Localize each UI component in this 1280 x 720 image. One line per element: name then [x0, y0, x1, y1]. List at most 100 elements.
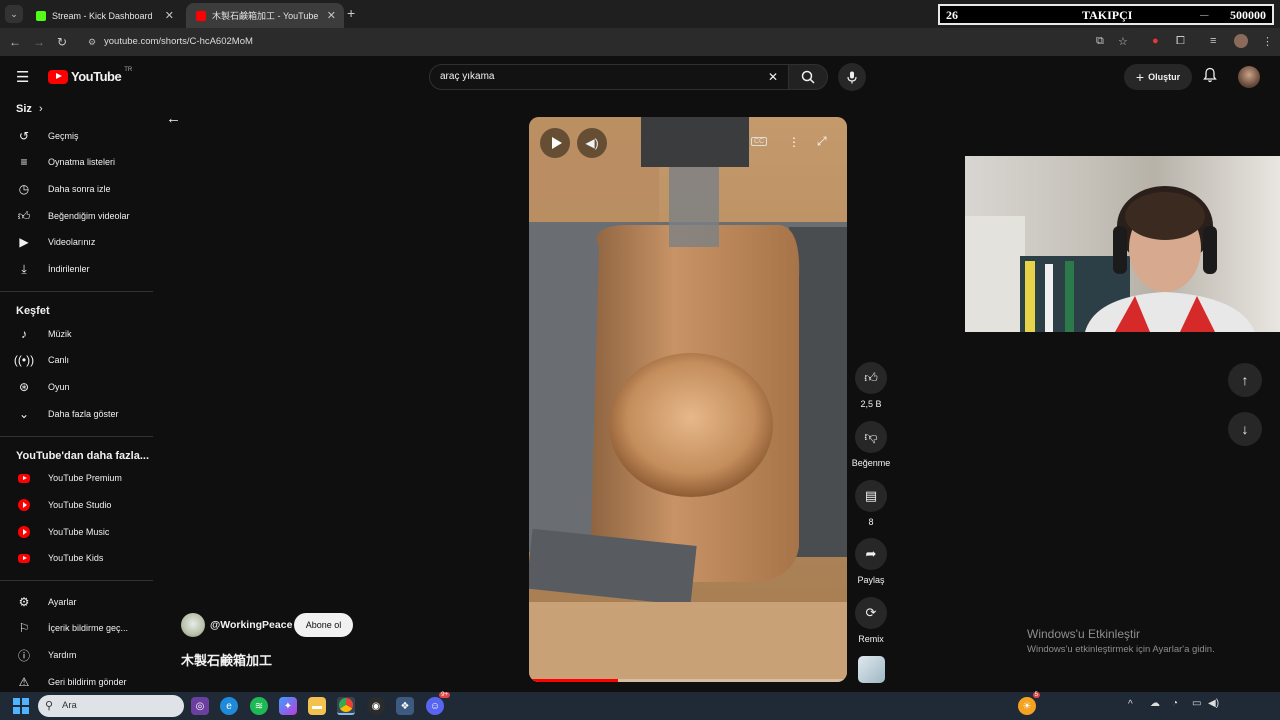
close-icon[interactable]: ✕: [327, 9, 336, 22]
tab-youtube[interactable]: 木製石鹸箱加工 - YouTube ✕: [186, 3, 344, 28]
short-video-player[interactable]: ◀) CC ⋮ ⤢: [529, 117, 847, 682]
app-icon[interactable]: ❖: [396, 697, 414, 715]
sidebar-item-live[interactable]: ((•)) Canlı: [0, 347, 155, 373]
voice-search-button[interactable]: [838, 63, 866, 91]
like-button[interactable]: 👍︎: [855, 362, 887, 394]
sidebar-item-label: Daha sonra izle: [48, 184, 111, 194]
short-title: 木製石鹸箱加工: [181, 654, 273, 669]
wifi-icon[interactable]: ◔: [1172, 698, 1178, 709]
fullscreen-icon[interactable]: ⤢: [817, 134, 827, 149]
new-tab-button[interactable]: +: [347, 5, 355, 21]
monitor-icon[interactable]: ▭: [1192, 698, 1201, 709]
site-info-icon[interactable]: ⚙: [88, 31, 96, 53]
reading-list-icon[interactable]: ≡: [1210, 35, 1216, 47]
install-app-icon[interactable]: ⧉: [1096, 35, 1104, 48]
download-icon: ⤓: [21, 261, 27, 276]
extension-red-icon[interactable]: ●: [1152, 35, 1159, 47]
volume-icon[interactable]: ◀): [1208, 698, 1219, 709]
youtube-logo[interactable]: YouTube TR: [48, 66, 133, 84]
sidebar-item-watch-later[interactable]: ◷ Daha sonra izle: [0, 176, 155, 202]
sidebar-item-downloads[interactable]: ⤓ İndirilenler: [0, 256, 155, 282]
search-button[interactable]: [788, 64, 828, 90]
windows-activation-subtitle: Windows'u etkinleştirmek için Ayarlar'a …: [1027, 644, 1215, 655]
channel-avatar[interactable]: [181, 613, 205, 637]
sidebar-item-history[interactable]: ↺ Geçmiş: [0, 123, 155, 149]
channel-name[interactable]: @WorkingPeace: [210, 619, 292, 631]
network-icon[interactable]: ☁: [1150, 698, 1160, 709]
sound-thumbnail[interactable]: [858, 656, 885, 683]
sidebar-you-section[interactable]: Siz ›: [16, 103, 43, 115]
obs-icon[interactable]: ◉: [367, 697, 385, 715]
remix-button[interactable]: ⟳: [855, 597, 887, 629]
forward-icon[interactable]: →: [33, 35, 45, 49]
follower-goal: 500000: [1230, 8, 1266, 22]
taskbar-search[interactable]: ⚲ Ara: [38, 695, 184, 717]
sidebar-item-gaming[interactable]: ⊛ Oyun: [0, 374, 155, 400]
tab-search-button[interactable]: ⌄: [5, 5, 23, 23]
account-avatar[interactable]: [1238, 66, 1260, 88]
sidebar-item-show-more[interactable]: ⌄ Daha fazla göster: [0, 401, 155, 427]
menu-kebab-icon[interactable]: ⋮: [1262, 35, 1273, 48]
volume-button[interactable]: ◀): [577, 128, 607, 158]
more-options-icon[interactable]: ⋮: [788, 135, 800, 149]
dislike-button[interactable]: 👎︎: [855, 421, 887, 453]
app-icon[interactable]: ◎: [191, 697, 209, 715]
play-button[interactable]: [540, 128, 570, 158]
hamburger-menu-icon[interactable]: ☰: [16, 68, 29, 86]
remix-icon: ⟳: [865, 605, 877, 620]
captions-icon[interactable]: CC: [751, 137, 768, 146]
spotify-icon[interactable]: ≋: [250, 697, 268, 715]
comment-count: 8: [868, 517, 874, 527]
close-icon[interactable]: ✕: [165, 9, 174, 22]
back-arrow-icon[interactable]: ←: [166, 110, 181, 127]
reload-icon[interactable]: ↻: [57, 35, 67, 49]
chrome-icon[interactable]: [337, 697, 355, 715]
progress-track[interactable]: [529, 679, 847, 682]
file-explorer-icon[interactable]: ▬: [308, 697, 326, 715]
sidebar-item-settings[interactable]: ⚙ Ayarlar: [0, 589, 155, 615]
sidebar-item-youtube-kids[interactable]: YouTube Kids: [0, 545, 155, 571]
sidebar-item-music[interactable]: ♪ Müzik: [0, 321, 155, 347]
divider: [0, 291, 153, 292]
previous-short-button[interactable]: ↑: [1228, 363, 1262, 397]
taskbar-search-placeholder: Ara: [62, 700, 77, 711]
edge-icon[interactable]: e: [220, 697, 238, 715]
tray-chevron-icon[interactable]: ^: [1128, 699, 1133, 710]
create-button[interactable]: + Oluştur: [1124, 64, 1192, 90]
tab-title: Stream - Kick Dashboard: [52, 10, 153, 21]
follower-label: TAKIPÇI: [1082, 8, 1133, 22]
weather-icon[interactable]: ☀ 5: [1018, 692, 1040, 715]
extensions-icon[interactable]: ⧠: [1176, 35, 1185, 48]
subscribe-button[interactable]: Abone ol: [294, 613, 353, 637]
sidebar-item-report-history[interactable]: ⚐ İçerik bildirme geç...: [0, 615, 155, 641]
back-icon[interactable]: ←: [9, 35, 21, 49]
progress-fill: [529, 679, 619, 682]
clear-search-icon[interactable]: ✕: [768, 65, 778, 89]
comment-icon: ▤: [864, 488, 878, 503]
windows-taskbar: ⚲ Ara ◎ e ≋ ✦ ▬ ◉ ❖ ☺ 9+ ☀ 5 ^ ☁ ◔ ▭ ◀): [0, 692, 1280, 720]
sidebar-item-youtube-studio[interactable]: YouTube Studio: [0, 492, 155, 518]
next-short-button[interactable]: ↓: [1228, 412, 1262, 446]
address-bar[interactable]: ⚙ youtube.com/shorts/C-hcA602MoM: [80, 31, 1140, 53]
minimize-icon: ─: [1200, 8, 1209, 22]
sidebar-item-liked-videos[interactable]: 👍︎ Beğendiğim videolar: [0, 203, 155, 229]
sidebar-item-playlists[interactable]: ≡ Oynatma listeleri: [0, 149, 155, 175]
comments-button[interactable]: ▤: [855, 480, 887, 512]
copilot-icon[interactable]: ✦: [279, 697, 297, 715]
notifications-bell-icon[interactable]: [1203, 67, 1217, 88]
windows-start-icon[interactable]: [13, 698, 29, 714]
plus-icon: +: [1135, 69, 1145, 85]
thumbs-up-icon: 👍︎: [17, 208, 31, 223]
tab-kick-dashboard[interactable]: Stream - Kick Dashboard ✕: [26, 3, 182, 28]
bookmark-star-icon[interactable]: ☆: [1118, 35, 1128, 48]
region-code: TR: [124, 66, 133, 73]
profile-avatar[interactable]: [1234, 34, 1248, 48]
share-button[interactable]: ➦: [855, 538, 887, 570]
sidebar-item-youtube-premium[interactable]: YouTube Premium: [0, 465, 155, 491]
sidebar-item-help[interactable]: ⓘ Yardım: [0, 642, 155, 668]
thumbs-up-icon: 👍︎: [864, 370, 878, 385]
sidebar-item-your-videos[interactable]: ▶ Videolarınız: [0, 229, 155, 255]
sidebar-item-youtube-music[interactable]: YouTube Music: [0, 519, 155, 545]
search-input[interactable]: araç yıkama ✕: [429, 64, 789, 90]
discord-icon[interactable]: ☺ 9+: [426, 692, 450, 715]
